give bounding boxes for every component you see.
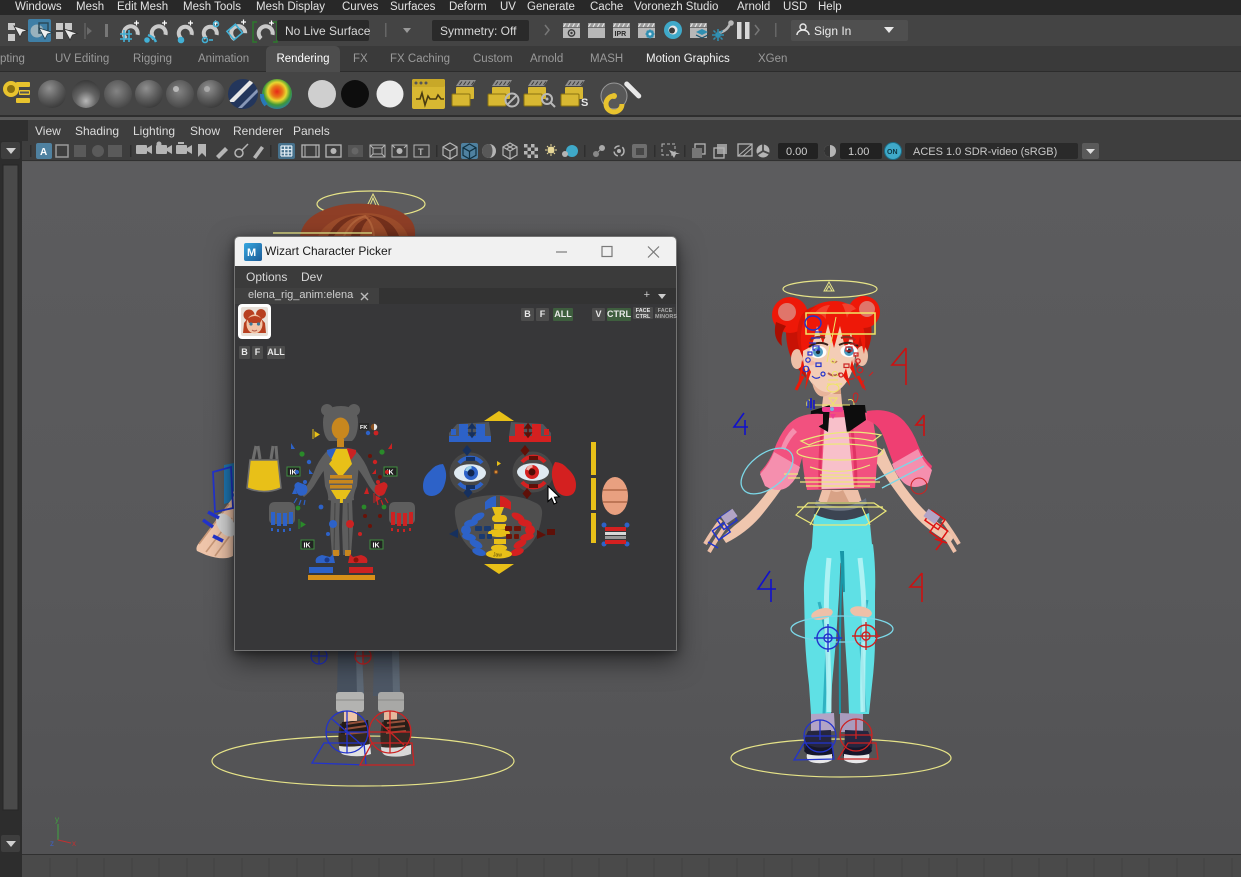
svg-text:Jaw: Jaw bbox=[493, 553, 502, 559]
svg-text:No Live Surface: No Live Surface bbox=[285, 24, 371, 38]
svg-text:M: M bbox=[247, 247, 256, 259]
svg-text:T: T bbox=[418, 147, 424, 157]
svg-text:0.00: 0.00 bbox=[786, 146, 807, 158]
svg-text:FK: FK bbox=[360, 425, 367, 431]
svg-text:Symmetry: Off: Symmetry: Off bbox=[440, 24, 517, 38]
svg-text:z: z bbox=[50, 839, 54, 848]
svg-text:Sign In: Sign In bbox=[814, 24, 851, 38]
svg-text:A: A bbox=[40, 147, 47, 158]
svg-text:S: S bbox=[581, 97, 588, 109]
svg-text:IK: IK bbox=[304, 543, 311, 550]
svg-text:ON: ON bbox=[887, 149, 898, 156]
svg-text:y: y bbox=[55, 815, 59, 824]
svg-text:1.00: 1.00 bbox=[848, 146, 869, 158]
svg-text:x: x bbox=[72, 839, 76, 848]
svg-text:ACES 1.0 SDR-video (sRGB): ACES 1.0 SDR-video (sRGB) bbox=[913, 146, 1057, 158]
svg-text:IK: IK bbox=[373, 543, 380, 550]
svg-text:IPR: IPR bbox=[615, 31, 627, 38]
